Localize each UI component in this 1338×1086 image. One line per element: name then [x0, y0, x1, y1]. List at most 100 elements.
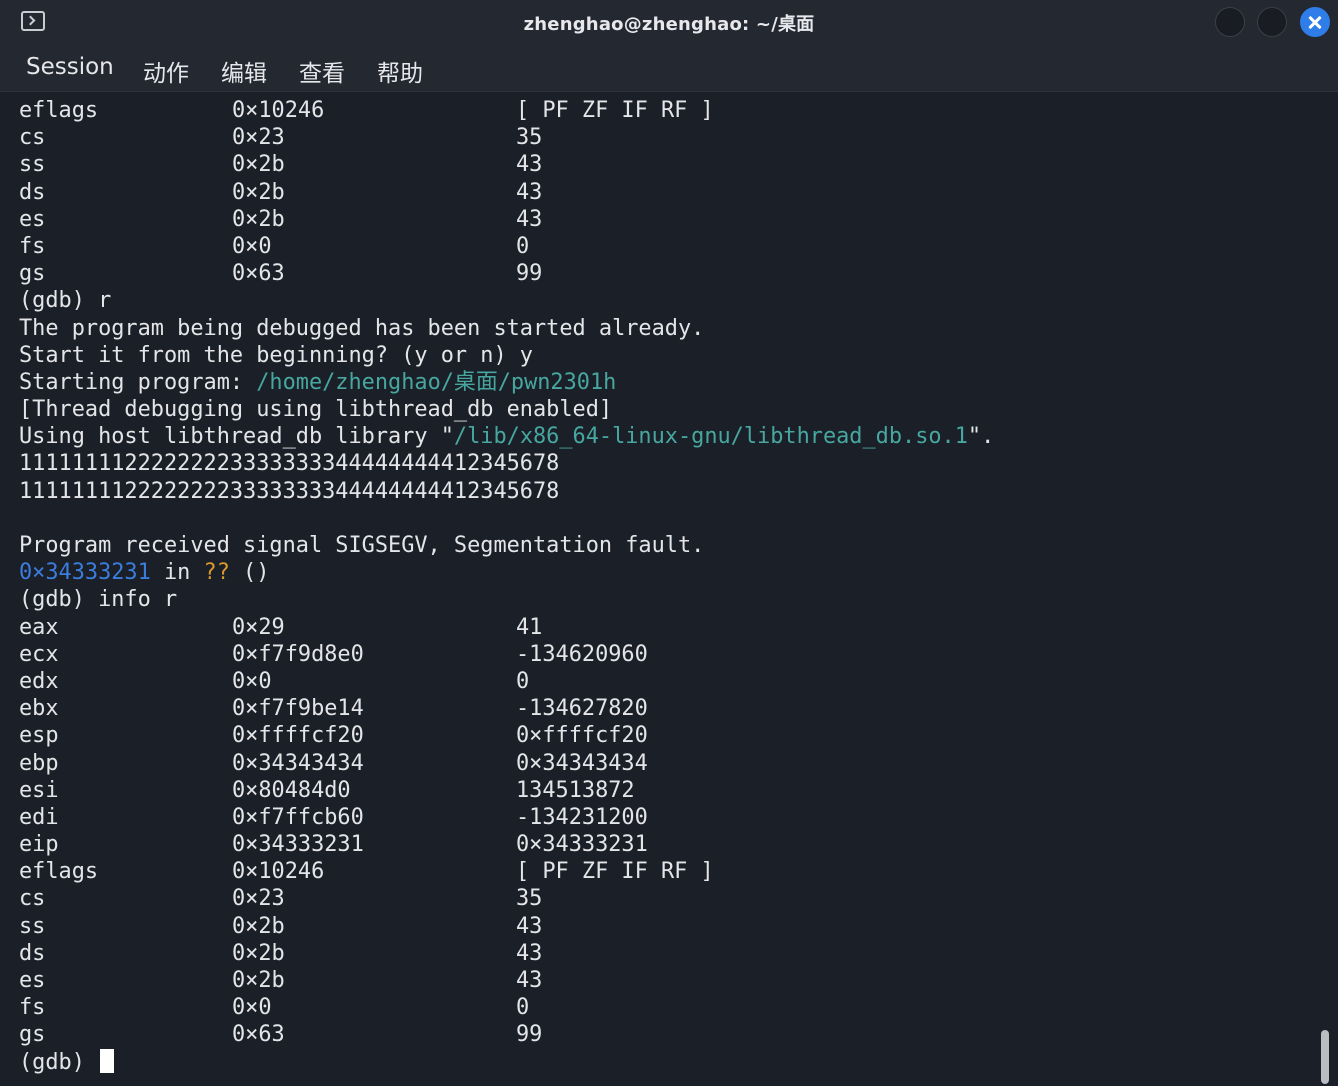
register-table-bottom: eax 0×29 41 ecx 0×f7f9d8e0 -134620960 edx 0×0 0 e…: [19, 614, 1320, 1049]
register-hex: 0×23: [232, 125, 285, 151]
register-name: esp: [19, 723, 59, 749]
register-hex: 0×0: [232, 995, 272, 1021]
minimize-button[interactable]: [1215, 7, 1245, 37]
register-row: eflags 0×10246 [ PF ZF IF RF ]: [19, 97, 1320, 124]
register-hex: 0×10246: [232, 859, 325, 885]
register-hex: 0×0: [232, 668, 272, 694]
register-hex: 0×23: [232, 886, 285, 912]
fault-location-line: 0×34333231 in ?? (): [19, 559, 1320, 586]
register-name: ss: [19, 152, 46, 178]
register-name: ebx: [19, 696, 59, 722]
register-value: 43: [516, 968, 543, 993]
register-row: ds 0×2b 43: [19, 940, 1320, 967]
register-value: 134513872: [516, 777, 635, 803]
program-path: /home/zhenghao/桌面/pwn2301h: [256, 369, 617, 395]
register-value: -134620960: [516, 641, 648, 667]
register-value: 43: [516, 940, 543, 966]
register-hex: 0×0: [232, 233, 272, 259]
scrollbar-thumb[interactable]: [1321, 1030, 1329, 1084]
close-button[interactable]: [1300, 7, 1330, 37]
register-name: fs: [19, 995, 46, 1021]
register-value: 0×ffffcf20: [516, 723, 648, 749]
gdb-prompt: (gdb): [19, 1049, 99, 1075]
register-hex: 0×80484d0: [232, 777, 351, 803]
menu-bar: Session 动作 编辑 查看 帮助: [0, 44, 1338, 92]
register-name: ds: [19, 179, 46, 205]
register-name: gs: [19, 1022, 46, 1048]
register-name: ss: [19, 913, 46, 939]
register-hex: 0×2b: [232, 179, 285, 205]
starting-program-line: Starting program: /home/zhenghao/桌面/pwn2…: [19, 369, 1320, 396]
register-hex: 0×29: [232, 614, 285, 640]
menu-view[interactable]: 查看: [299, 54, 345, 88]
host-label: Using host libthread_db library ": [19, 424, 454, 450]
register-hex: 0×2b: [232, 940, 285, 966]
register-row: eflags 0×10246 [ PF ZF IF RF ]: [19, 858, 1320, 885]
signal-message: Program received signal SIGSEGV, Segment…: [19, 533, 705, 558]
program-output-line: 1111111122222222333333334444444441234567…: [19, 451, 560, 477]
thread-debugging-message: [Thread debugging using libthread_db ena…: [19, 397, 613, 423]
register-name: eax: [19, 614, 59, 640]
register-hex: 0×10246: [232, 98, 325, 123]
fault-in-text: in: [150, 560, 204, 586]
menu-session[interactable]: Session: [26, 54, 114, 80]
register-hex: 0×2b: [232, 968, 285, 993]
register-row: edx 0×0 0: [19, 668, 1320, 695]
register-name: edx: [19, 668, 59, 694]
register-hex: 0×f7f9d8e0: [232, 641, 364, 667]
register-value: [ PF ZF IF RF ]: [516, 859, 714, 885]
register-name: ds: [19, 940, 46, 966]
gdb-command-run: (gdb) r: [19, 288, 112, 314]
register-row: eip 0×34333231 0×34333231: [19, 831, 1320, 858]
register-row: ecx 0×f7f9d8e0 -134620960: [19, 641, 1320, 668]
register-row: ss 0×2b 43: [19, 151, 1320, 178]
terminal-output[interactable]: eflags 0×10246 [ PF ZF IF RF ] cs 0×23 35 ss 0×…: [0, 97, 1320, 1086]
register-row: gs 0×63 99: [19, 1021, 1320, 1048]
register-value: 43: [516, 206, 543, 232]
register-row: gs 0×63 99: [19, 260, 1320, 287]
fault-address: 0×34333231: [19, 560, 151, 586]
libthread-path: /lib/x86_64-linux-gnu/libthread_db.so.1: [453, 424, 968, 450]
starting-label: Starting program:: [19, 369, 257, 395]
text-cursor: [100, 1048, 115, 1073]
register-name: ebp: [19, 750, 59, 776]
register-row: es 0×2b 43: [19, 206, 1320, 233]
register-value: 0×34343434: [516, 750, 648, 776]
menu-edit[interactable]: 编辑: [221, 54, 267, 88]
register-name: eflags: [19, 98, 99, 123]
register-name: fs: [19, 233, 46, 259]
program-output-line: 1111111122222222333333334444444441234567…: [19, 478, 560, 504]
register-name: es: [19, 206, 46, 232]
register-value: -134231200: [516, 804, 648, 830]
register-row: ds 0×2b 43: [19, 179, 1320, 206]
register-hex: 0×63: [232, 261, 285, 287]
register-hex: 0×f7f9be14: [232, 696, 364, 722]
prompt-line[interactable]: (gdb): [19, 1048, 1320, 1076]
register-row: esp 0×ffffcf20 0×ffffcf20: [19, 722, 1320, 749]
host-library-line: Using host libthread_db library "/lib/x8…: [19, 423, 1320, 450]
menu-actions[interactable]: 动作: [143, 54, 189, 88]
terminal-window: zhenghao@zhenghao: ~/桌面 Session 动作 编辑 查看…: [0, 0, 1338, 1086]
unknown-symbol: ??: [203, 560, 230, 586]
gdb-command-info: (gdb) info r: [19, 587, 178, 613]
host-suffix: ".: [967, 424, 995, 450]
restart-prompt: Start it from the beginning? (y or n) y: [19, 342, 533, 368]
register-name: cs: [19, 125, 46, 151]
register-row: es 0×2b 43: [19, 967, 1320, 994]
register-name: gs: [19, 261, 46, 287]
register-value: 35: [516, 886, 543, 912]
register-value: 43: [516, 152, 543, 178]
register-name: edi: [19, 804, 59, 830]
menu-help[interactable]: 帮助: [377, 54, 423, 88]
register-row: fs 0×0 0: [19, 233, 1320, 260]
register-row: cs 0×23 35: [19, 124, 1320, 151]
register-value: 0: [516, 995, 530, 1021]
register-value: 0×34333231: [516, 832, 648, 858]
maximize-button[interactable]: [1257, 7, 1287, 37]
register-value: 35: [516, 125, 543, 151]
title-bar[interactable]: zhenghao@zhenghao: ~/桌面: [0, 0, 1338, 44]
register-table-top: eflags 0×10246 [ PF ZF IF RF ] cs 0×23 35 ss 0×…: [19, 97, 1320, 287]
register-row: esi 0×80484d0 134513872: [19, 777, 1320, 804]
register-row: edi 0×f7ffcb60 -134231200: [19, 804, 1320, 831]
register-value: 99: [516, 261, 543, 287]
